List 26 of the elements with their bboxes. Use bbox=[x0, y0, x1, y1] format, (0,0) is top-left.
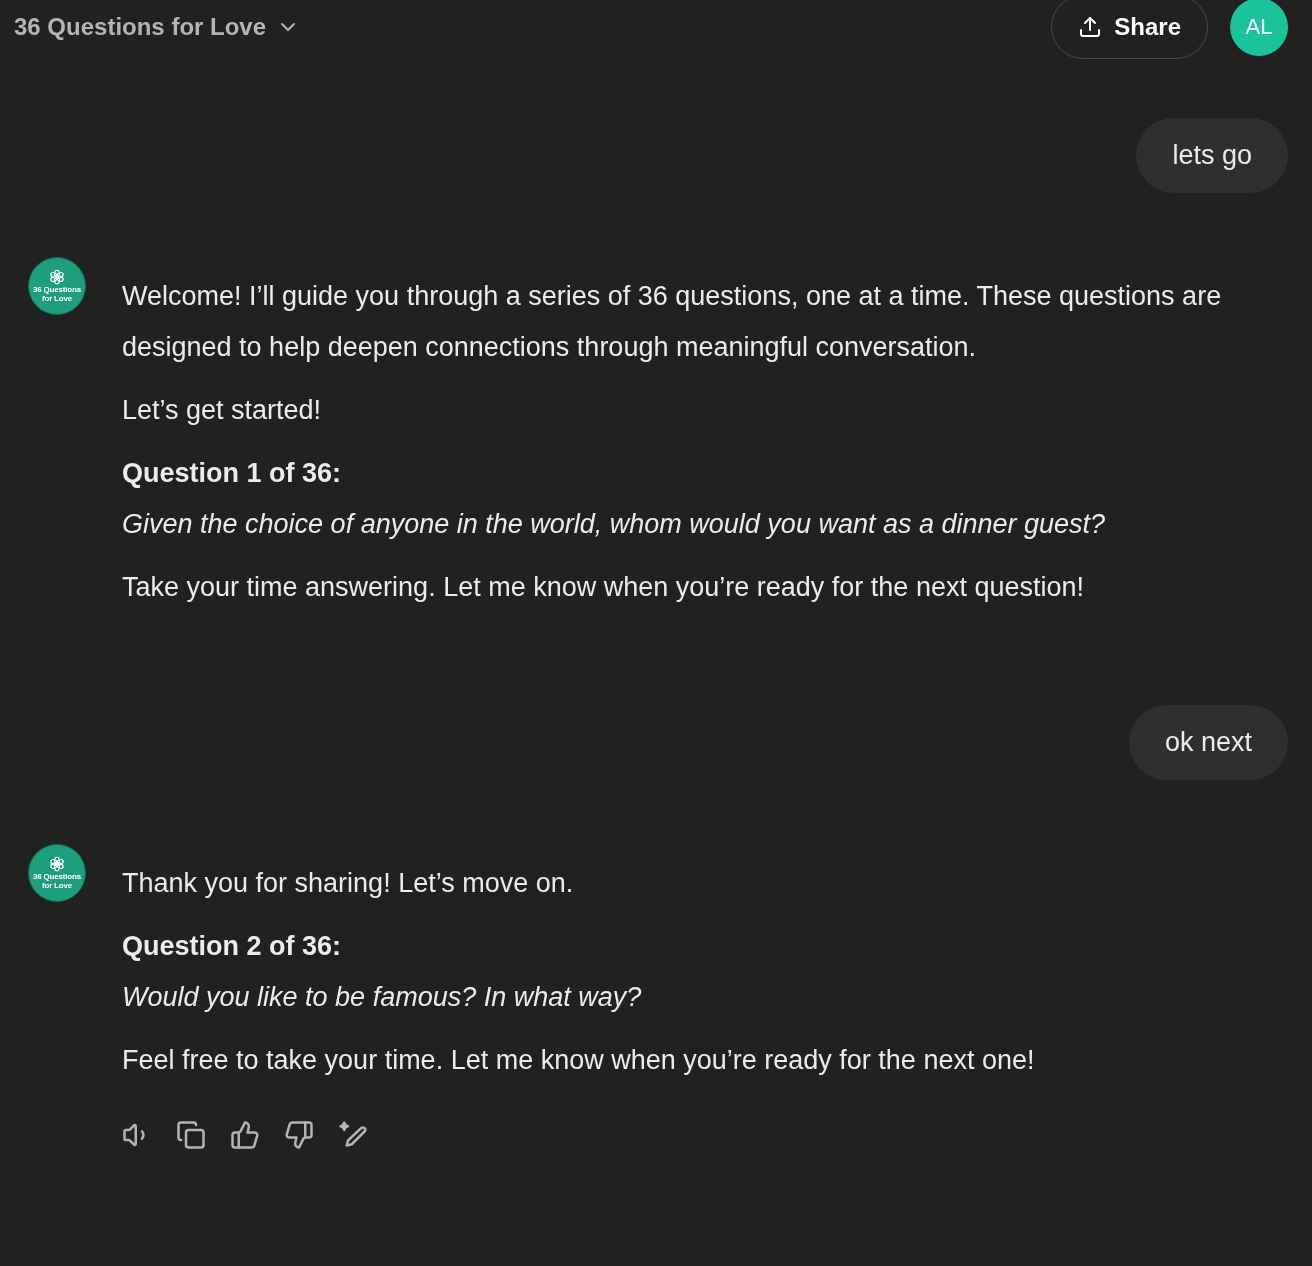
user-message: lets go bbox=[1136, 118, 1288, 193]
avatar-label: 36 Questions for Love bbox=[32, 285, 82, 303]
thumbs-down-button[interactable] bbox=[284, 1120, 314, 1150]
message-text: Thank you for sharing! Let’s move on. bbox=[122, 867, 575, 900]
message-text: Welcome! I’ll guide you through a series of 36 questions, one at a time. These questions are designed to help deepen connections through meaningful conversation. bbox=[122, 280, 1223, 364]
copy-button[interactable] bbox=[176, 1120, 206, 1150]
thumbs-up-icon bbox=[230, 1120, 260, 1150]
copy-icon bbox=[176, 1120, 206, 1150]
question-heading: Question 2 of 36: bbox=[122, 930, 343, 963]
message-text: Feel free to take your time. Let me know when you’re ready for the next one! bbox=[122, 1044, 1035, 1077]
user-message: ok next bbox=[1128, 705, 1288, 780]
knot-icon bbox=[49, 269, 65, 285]
share-button[interactable]: Share bbox=[1051, 0, 1208, 59]
avatar-label: 36 Questions for Love bbox=[32, 872, 82, 890]
thumbs-down-icon bbox=[284, 1120, 314, 1150]
question-text: Would you like to be famous? In what way? bbox=[122, 981, 643, 1014]
message-text: Take your time answering. Let me know when you’re ready for the next question! bbox=[122, 571, 1085, 604]
chat-title[interactable]: 36 Questions for Love bbox=[14, 13, 301, 41]
upload-icon bbox=[1078, 15, 1103, 39]
thumbs-up-button[interactable] bbox=[230, 1120, 260, 1150]
message-text: Let’s get started! bbox=[122, 394, 323, 427]
sparkle-pencil-icon bbox=[338, 1120, 368, 1150]
question-heading: Question 1 of 36: bbox=[122, 457, 343, 490]
edit-button[interactable] bbox=[338, 1120, 368, 1150]
knot-icon bbox=[49, 856, 65, 872]
question-text: Given the choice of anyone in the world, whom would you want as a dinner guest? bbox=[122, 508, 1107, 541]
